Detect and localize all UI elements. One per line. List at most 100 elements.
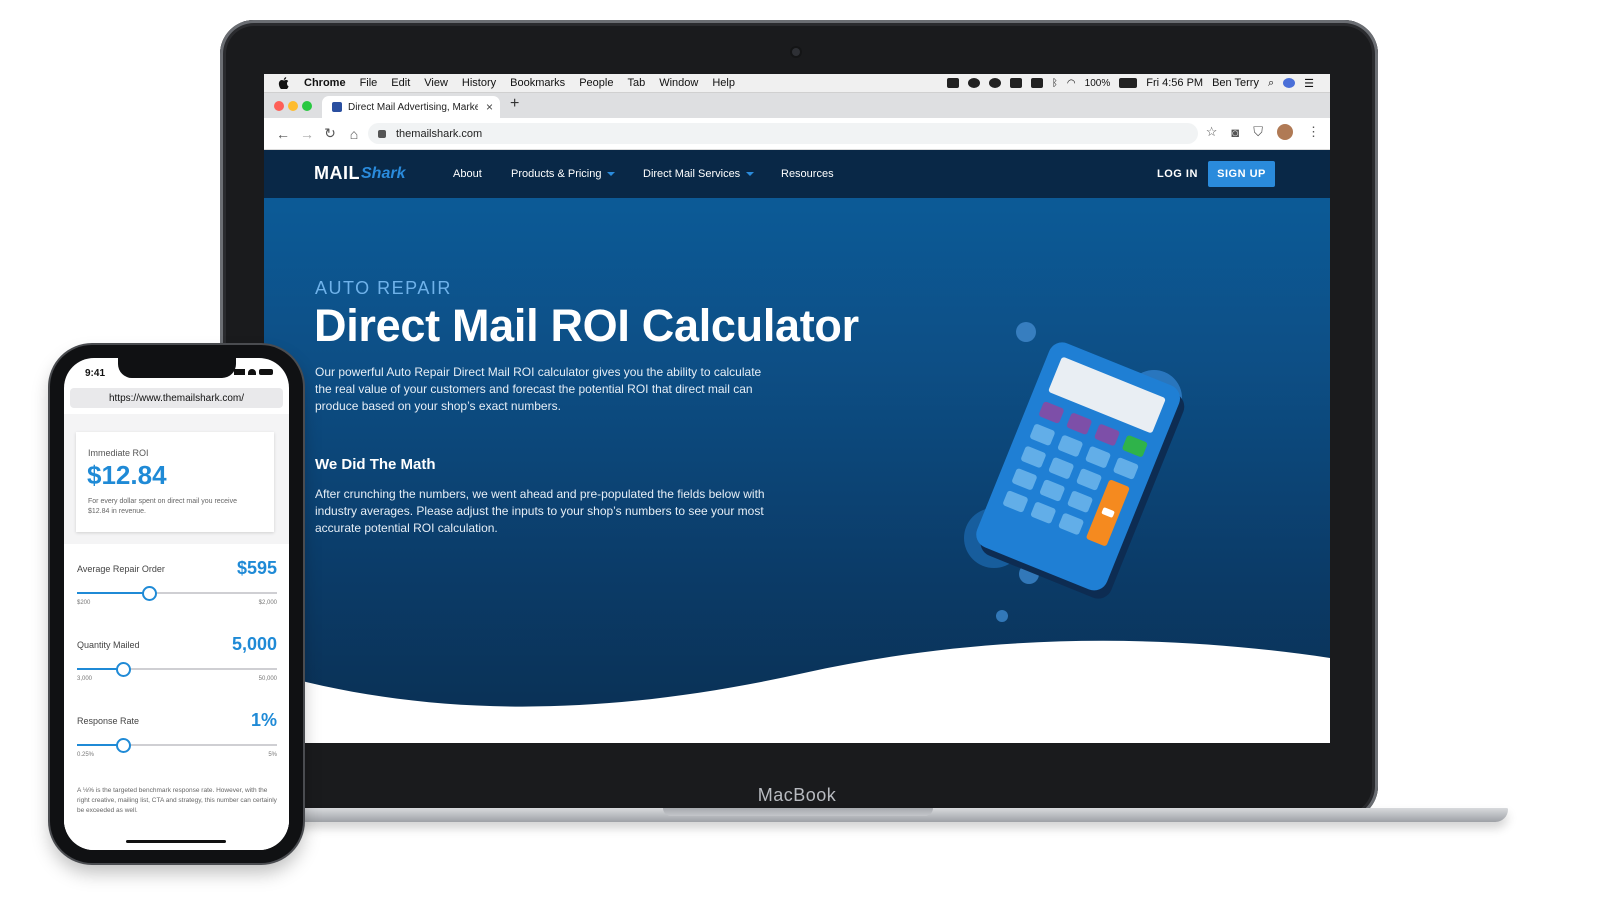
menubar-clock[interactable]: Fri 4:56 PM <box>1146 77 1203 89</box>
back-arrow-icon[interactable]: ← <box>276 126 290 142</box>
site-header: MAIL Shark About Products & Pricing Dire… <box>264 150 1330 198</box>
close-tab-icon[interactable]: × <box>486 100 493 114</box>
nav-products-pricing[interactable]: Products & Pricing <box>511 168 616 180</box>
benchmark-note: A ⅛% is the targeted benchmark response … <box>77 787 277 814</box>
response-rate-value: 1% <box>250 710 277 730</box>
phone-address-bar[interactable]: https://www.themailshark.com/ <box>70 388 283 408</box>
phone-notch <box>118 358 236 378</box>
menu-window[interactable]: Window <box>659 77 698 89</box>
menubar-record-icon[interactable] <box>988 78 1001 88</box>
profile-avatar[interactable] <box>1277 124 1293 140</box>
address-bar-url[interactable]: themailshark.com <box>396 128 482 140</box>
nav-direct-mail-services[interactable]: Direct Mail Services <box>643 168 755 180</box>
calculator-inputs: Average Repair Order $595 $200 $2,000 Qu… <box>64 544 289 850</box>
chevron-down-icon <box>746 172 755 177</box>
slider-min-label: $200 <box>77 600 91 606</box>
lock-icon[interactable] <box>378 129 386 138</box>
roi-caption: For every dollar spent on direct mail yo… <box>88 498 238 515</box>
nav-resources[interactable]: Resources <box>781 168 834 180</box>
slider-handle[interactable] <box>116 662 131 677</box>
bookmark-star-icon[interactable]: ☆ <box>1206 124 1218 140</box>
menu-people[interactable]: People <box>579 77 613 89</box>
response-rate-slider[interactable] <box>77 738 277 753</box>
nav-services-label: Direct Mail Services <box>643 168 741 180</box>
nav-products-label: Products & Pricing <box>511 168 602 180</box>
reload-icon[interactable]: ↻ <box>324 125 336 142</box>
phone-status-icons <box>234 369 273 375</box>
menubar-drive-icon[interactable] <box>1009 78 1022 88</box>
slider-max-label: 5% <box>268 752 277 758</box>
close-window-button[interactable] <box>274 101 284 111</box>
phone-screen: 9:41 https://www.themailshark.com/ Immed… <box>64 358 289 850</box>
slider-max-label: 50,000 <box>258 676 277 682</box>
home-icon[interactable]: ⌂ <box>348 126 360 142</box>
phone-clock: 9:41 <box>85 368 106 379</box>
section-subheading: We Did The Math <box>315 456 436 473</box>
laptop-thumb-notch <box>663 808 933 816</box>
hero-intro: Our powerful Auto Repair Direct Mail ROI… <box>315 365 762 413</box>
address-bar[interactable]: themailshark.com <box>368 123 1198 144</box>
menu-view[interactable]: View <box>424 77 448 89</box>
apple-icon[interactable] <box>278 77 290 89</box>
menubar-app-icon[interactable] <box>946 78 959 88</box>
airplay-icon[interactable] <box>1030 78 1043 88</box>
bluetooth-icon[interactable]: ᛒ <box>1052 78 1058 89</box>
wifi-icon[interactable]: ◠ <box>1067 78 1076 89</box>
cellular-signal-icon <box>234 369 245 375</box>
home-indicator[interactable] <box>126 840 226 843</box>
battery-percent: 100% <box>1084 77 1111 89</box>
maximize-window-button[interactable] <box>302 101 312 111</box>
logo-shark-text: Shark <box>361 164 406 182</box>
menubar-cloud-icon[interactable] <box>967 78 980 88</box>
macbook-label: MacBook <box>757 784 837 805</box>
tab-title: Direct Mail Advertising, Marketing <box>348 101 478 113</box>
slider-handle[interactable] <box>116 738 131 753</box>
page-title: Direct Mail ROI Calculator <box>314 300 859 351</box>
shield-extension-icon[interactable]: ⛉ <box>1253 124 1263 140</box>
mailshark-logo[interactable]: MAIL Shark <box>314 163 405 184</box>
siri-icon[interactable] <box>1283 78 1296 88</box>
battery-icon <box>259 369 273 375</box>
menu-help[interactable]: Help <box>712 77 735 89</box>
phone-frame: 9:41 https://www.themailshark.com/ Immed… <box>50 345 303 863</box>
new-tab-button[interactable]: + <box>510 95 519 113</box>
webcam <box>792 48 800 56</box>
site-favicon <box>332 102 342 112</box>
menu-app-name[interactable]: Chrome <box>304 77 346 89</box>
forward-arrow-icon[interactable]: → <box>300 126 314 142</box>
battery-icon[interactable] <box>1119 78 1138 88</box>
calculator-illustration <box>964 322 1185 622</box>
signup-button[interactable]: SIGN UP <box>1208 161 1275 187</box>
mac-menu-bar: Chrome File Edit View History Bookmarks … <box>264 74 1330 93</box>
roi-value: $12.84 <box>87 460 167 490</box>
menu-bookmarks[interactable]: Bookmarks <box>510 77 565 89</box>
laptop-chin: MacBook <box>262 778 1332 812</box>
hero-eyebrow: AUTO REPAIR <box>315 278 452 298</box>
browser-menu-icon[interactable]: ⋮ <box>1307 124 1320 140</box>
browser-toolbar: ← → ↻ ⌂ themailshark.com ☆ ◙ ⛉ ⋮ <box>264 118 1330 150</box>
chevron-down-icon <box>607 172 616 177</box>
camera-extension-icon[interactable]: ◙ <box>1231 125 1239 140</box>
average-repair-order-label: Average Repair Order <box>77 564 165 574</box>
spotlight-search-icon[interactable]: ⌕ <box>1268 77 1274 90</box>
hero-body: After crunching the numbers, we went ahe… <box>315 487 765 535</box>
login-link[interactable]: LOG IN <box>1157 168 1198 180</box>
immediate-roi-card: Immediate ROI $12.84 For every dollar sp… <box>76 432 274 532</box>
hero-wave-divider <box>264 640 1330 743</box>
average-repair-order-slider[interactable] <box>77 586 277 601</box>
menu-history[interactable]: History <box>462 77 496 89</box>
nav-about[interactable]: About <box>453 168 482 180</box>
notification-center-icon[interactable]: ☰ <box>1304 77 1314 90</box>
average-repair-order-value: $595 <box>236 558 277 578</box>
laptop-screen: Chrome File Edit View History Bookmarks … <box>264 74 1330 743</box>
browser-tab-active[interactable]: Direct Mail Advertising, Marketing × <box>322 96 500 118</box>
quantity-mailed-slider[interactable] <box>77 662 277 677</box>
slider-handle[interactable] <box>142 586 157 601</box>
roi-label: Immediate ROI <box>88 448 149 458</box>
minimize-window-button[interactable] <box>288 101 298 111</box>
menu-file[interactable]: File <box>360 77 378 89</box>
quantity-mailed-value: 5,000 <box>231 634 277 654</box>
menu-edit[interactable]: Edit <box>391 77 410 89</box>
menu-tab[interactable]: Tab <box>627 77 645 89</box>
menubar-user[interactable]: Ben Terry <box>1212 77 1259 89</box>
